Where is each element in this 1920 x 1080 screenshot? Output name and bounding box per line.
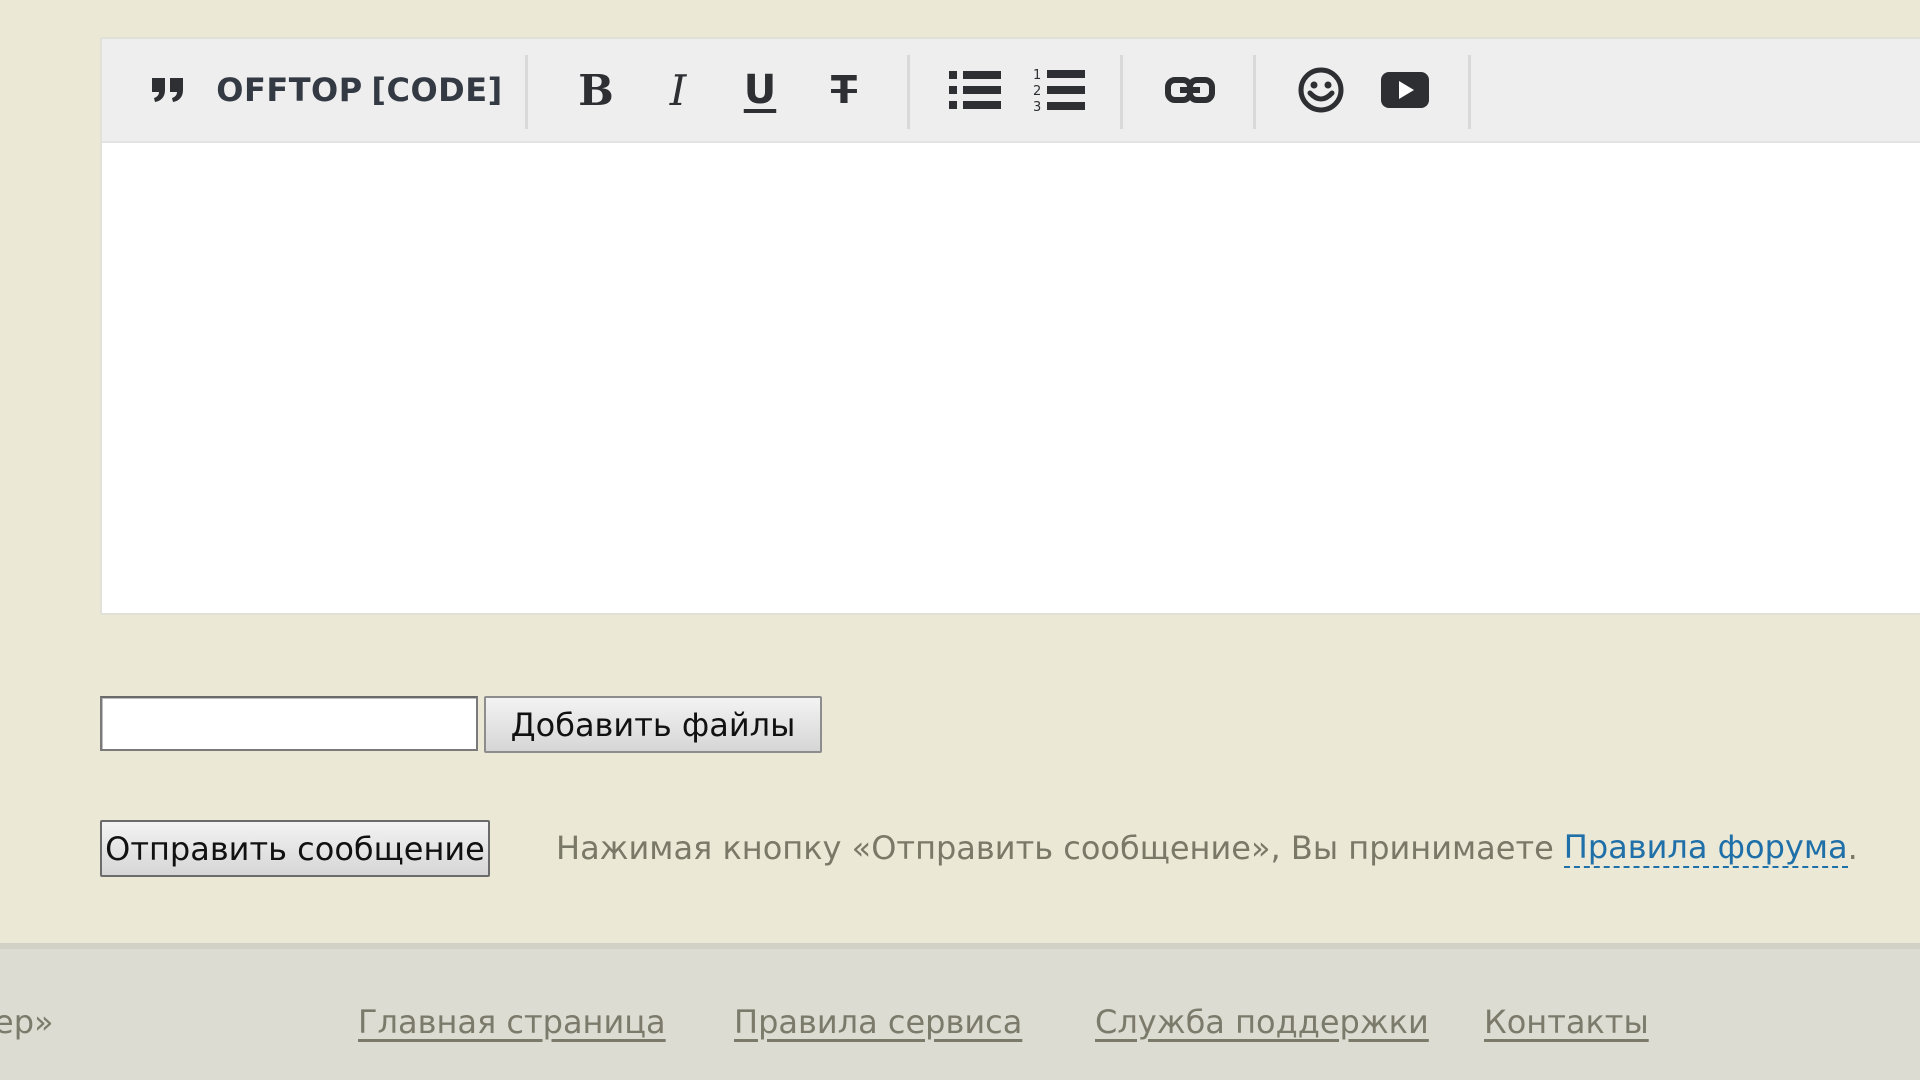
toolbar-separator	[1120, 55, 1123, 129]
page-footer: ер» Главная страница Правила сервиса Слу…	[0, 943, 1920, 1080]
youtube-button[interactable]	[1378, 61, 1432, 119]
youtube-icon	[1381, 72, 1429, 108]
strikethrough-icon: T	[831, 68, 857, 112]
strikethrough-button[interactable]: T	[824, 61, 864, 119]
toolbar-separator	[1253, 55, 1256, 129]
message-textarea[interactable]	[102, 143, 1920, 613]
editor-toolbar: OFFTOP [CODE] B I U T 1 2 3	[102, 39, 1920, 143]
svg-text:2: 2	[1033, 84, 1041, 99]
quote-icon	[152, 78, 183, 102]
toolbar-separator	[1468, 55, 1471, 129]
bold-icon: B	[578, 65, 614, 115]
footer-link-support[interactable]: Служба поддержки	[1095, 1003, 1429, 1041]
agreement-period: .	[1847, 829, 1858, 867]
footer-link-contacts[interactable]: Контакты	[1484, 1003, 1649, 1041]
toolbar-separator	[525, 55, 528, 129]
agreement-text: Нажимая кнопку «Отправить сообщение», Вы…	[556, 829, 1554, 867]
italic-button[interactable]: I	[658, 61, 698, 119]
footer-link-home[interactable]: Главная страница	[358, 1003, 666, 1041]
numbered-list-button[interactable]: 1 2 3	[1032, 61, 1086, 119]
add-files-button[interactable]: Добавить файлы	[484, 696, 822, 753]
svg-text:3: 3	[1033, 100, 1041, 114]
footer-clipped-text: ер»	[0, 1003, 54, 1041]
link-button[interactable]	[1162, 61, 1218, 119]
link-icon	[1165, 77, 1215, 103]
code-button[interactable]: [CODE]	[371, 61, 502, 119]
smiley-button[interactable]	[1294, 61, 1348, 119]
bulleted-list-icon	[949, 71, 1001, 109]
svg-text:1: 1	[1033, 68, 1041, 83]
agreement-notice: Нажимая кнопку «Отправить сообщение», Вы…	[556, 826, 1858, 870]
numbered-list-icon: 1 2 3	[1033, 68, 1085, 114]
file-path-input[interactable]	[100, 696, 478, 751]
underline-button[interactable]: U	[740, 61, 780, 119]
quote-button[interactable]	[148, 61, 188, 119]
bulleted-list-button[interactable]	[948, 61, 1002, 119]
forum-rules-link[interactable]: Правила форума	[1563, 828, 1848, 868]
italic-icon: I	[669, 65, 687, 115]
toolbar-separator	[907, 55, 910, 129]
offtop-button[interactable]: OFFTOP	[216, 61, 362, 119]
underline-icon: U	[743, 67, 777, 113]
smiley-icon	[1298, 67, 1344, 113]
bold-button[interactable]: B	[576, 61, 616, 119]
message-editor: OFFTOP [CODE] B I U T 1 2 3	[100, 37, 1920, 615]
footer-link-service-rules[interactable]: Правила сервиса	[734, 1003, 1022, 1041]
send-message-button[interactable]: Отправить сообщение	[100, 820, 490, 877]
